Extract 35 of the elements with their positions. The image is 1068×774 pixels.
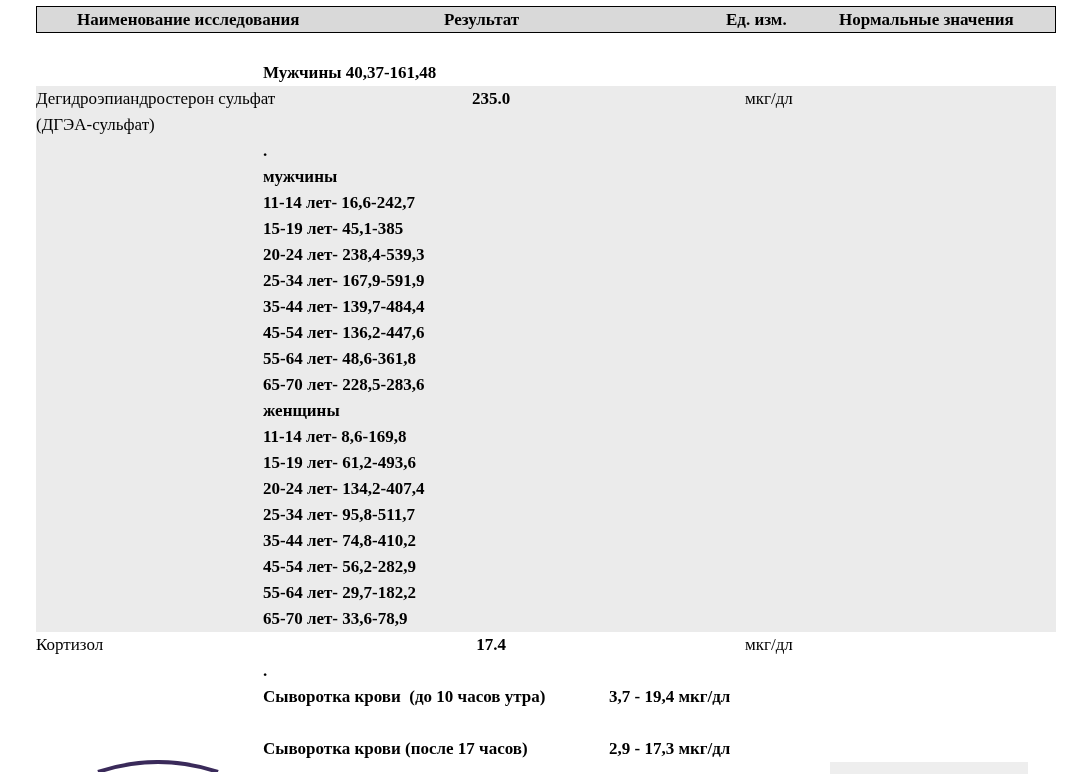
normal-values-label: Сыворотка крови (до 10 часов утра) [263,686,547,708]
test-name: Дегидроэпиандростерон сульфат (ДГЭА-сульфат) [36,88,277,136]
normal-values-text: 11-14 лет- 16,6-242,7 [263,193,415,212]
normal-values-text: 35-44 лет- 139,7-484,4 [263,297,425,316]
normal-values-text: 11-14 лет- 8,6-169,8 [263,427,407,446]
unit-text: мкг/дл [745,634,794,656]
column-header: Наименование исследования [76,9,301,30]
column-header: Ед. изм. [725,9,788,30]
column-header: Нормальные значения [838,9,1015,30]
normal-values-text: Мужчины 40,37-161,48 [263,63,437,82]
normal-values-text: . [263,661,268,680]
normal-values-label: Сыворотка крови (после 17 часов) [263,738,529,760]
normal-values-text: 45-54 лет- 136,2-447,6 [263,323,425,342]
normal-values-text: 55-64 лет- 48,6-361,8 [263,349,416,368]
normal-values-text: 65-70 лет- 33,6-78,9 [263,609,408,628]
normal-values-text: женщины [263,401,340,420]
column-header: Результат [443,9,521,30]
normal-values-text: 15-19 лет- 61,2-493,6 [263,453,416,472]
normal-values-text: 45-54 лет- 56,2-282,9 [263,557,416,576]
normal-values-range: 2,9 - 17,3 мкг/дл [609,738,731,760]
test-name: Кортизол [36,634,105,656]
normal-values-text: 35-44 лет- 74,8-410,2 [263,531,416,550]
unit-text: мкг/дл [745,88,794,110]
result-value: 17.4 [475,634,507,656]
normal-values-text: 20-24 лет- 238,4-539,3 [263,245,425,264]
normal-values-text: . [263,141,268,160]
normal-values-text: 25-34 лет- 95,8-511,7 [263,505,415,524]
normal-values-text: 55-64 лет- 29,7-182,2 [263,583,416,602]
normal-values-text: 20-24 лет- 134,2-407,4 [263,479,425,498]
normal-values-range: 3,7 - 19,4 мкг/дл [609,686,731,708]
normal-values-text: 65-70 лет- 228,5-283,6 [263,375,425,394]
normal-values-text: 25-34 лет- 167,9-591,9 [263,271,425,290]
normal-values-text: мужчины [263,167,338,186]
result-value: 235.0 [470,88,512,110]
normal-values-text: 15-19 лет- 45,1-385 [263,219,404,238]
